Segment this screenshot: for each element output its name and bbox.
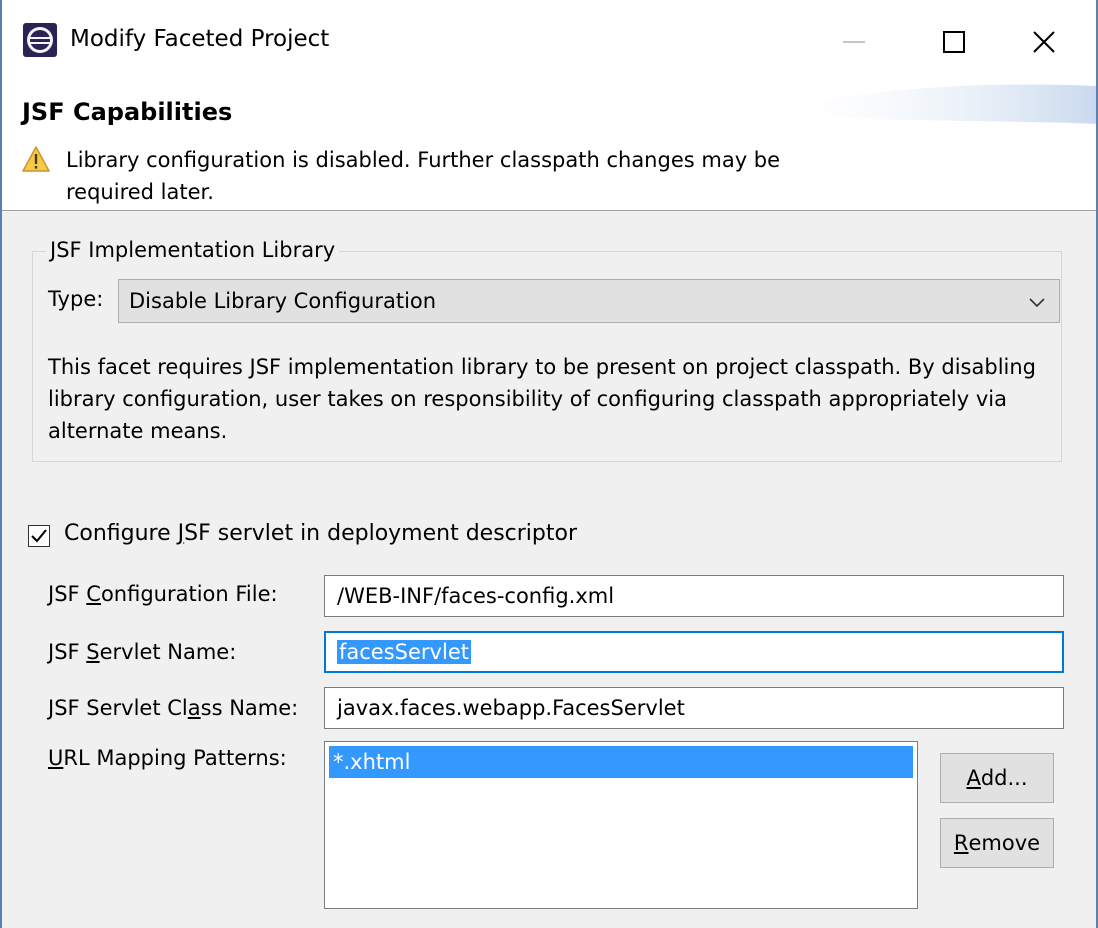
add-button[interactable]: Add...: [940, 753, 1054, 803]
warning-icon: [22, 146, 50, 172]
button-label: emove: [968, 831, 1041, 855]
label-part: JSF: [48, 640, 87, 664]
config-file-input[interactable]: /WEB-INF/faces-config.xml: [324, 575, 1064, 617]
config-file-label: JSF Configuration File:: [48, 582, 278, 606]
mnemonic-char: U: [48, 746, 64, 770]
servlet-class-label: JSF Servlet Class Name:: [48, 696, 298, 720]
label-part: RL Mapping Patterns:: [63, 746, 287, 770]
mnemonic-char: A: [966, 766, 981, 790]
content-panel: JSF Implementation Library Type: Disable…: [2, 211, 1096, 928]
configure-servlet-checkbox[interactable]: [28, 525, 50, 547]
servlet-class-input[interactable]: javax.faces.webapp.FacesServlet: [324, 687, 1064, 729]
maximize-icon: [943, 31, 965, 53]
label-part: Configure: [64, 521, 178, 546]
library-description: This facet requires JSF implementation l…: [48, 355, 1037, 443]
label-part: ss Name:: [200, 696, 299, 720]
mnemonic-char: C: [86, 582, 101, 606]
type-combobox[interactable]: Disable Library Configuration: [118, 279, 1060, 323]
warning-message: Library configuration is disabled. Furth…: [66, 148, 781, 204]
close-button[interactable]: [1004, 14, 1084, 70]
configure-servlet-label[interactable]: Configure JSF servlet in deployment desc…: [64, 521, 577, 546]
label-part: onfiguration File:: [100, 582, 278, 606]
mnemonic-char: a: [187, 696, 201, 720]
button-label: dd...: [980, 766, 1028, 790]
type-combobox-value: Disable Library Configuration: [129, 289, 437, 313]
eclipse-icon: [23, 23, 57, 57]
window-title: Modify Faceted Project: [70, 26, 330, 52]
url-patterns-list[interactable]: *.xhtml: [324, 741, 918, 909]
chevron-down-icon: [1029, 298, 1045, 308]
label-part: JSF Servlet Cl: [48, 696, 188, 720]
maximize-button[interactable]: [914, 14, 994, 70]
wizard-banner: JSF Capabilities Library configuration i…: [0, 84, 1098, 212]
title-bar[interactable]: Modify Faceted Project: [0, 0, 1098, 84]
close-icon: [1033, 31, 1055, 53]
minimize-icon: [843, 41, 865, 43]
window-border-left: [0, 0, 2, 928]
servlet-name-label: JSF Servlet Name:: [48, 640, 236, 664]
servlet-name-input[interactable]: facesServlet: [324, 631, 1064, 673]
remove-button[interactable]: Remove: [940, 818, 1054, 868]
group-legend: JSF Implementation Library: [46, 238, 340, 262]
minimize-button[interactable]: [814, 14, 894, 70]
mnemonic-char: S: [86, 640, 100, 664]
dialog-window: Modify Faceted Project JSF Capabilities …: [0, 0, 1098, 928]
label-part: ervlet Name:: [99, 640, 237, 664]
type-label: Type:: [48, 287, 104, 311]
label-part: JSF: [48, 582, 87, 606]
mnemonic-char: R: [953, 831, 969, 855]
list-item[interactable]: *.xhtml: [329, 746, 913, 778]
label-part: SF servlet in deployment descriptor: [184, 521, 578, 546]
url-patterns-label: URL Mapping Patterns:: [48, 746, 287, 770]
checkmark-icon: [31, 529, 47, 543]
selected-text: facesServlet: [337, 640, 471, 664]
page-title: JSF Capabilities: [22, 98, 233, 126]
